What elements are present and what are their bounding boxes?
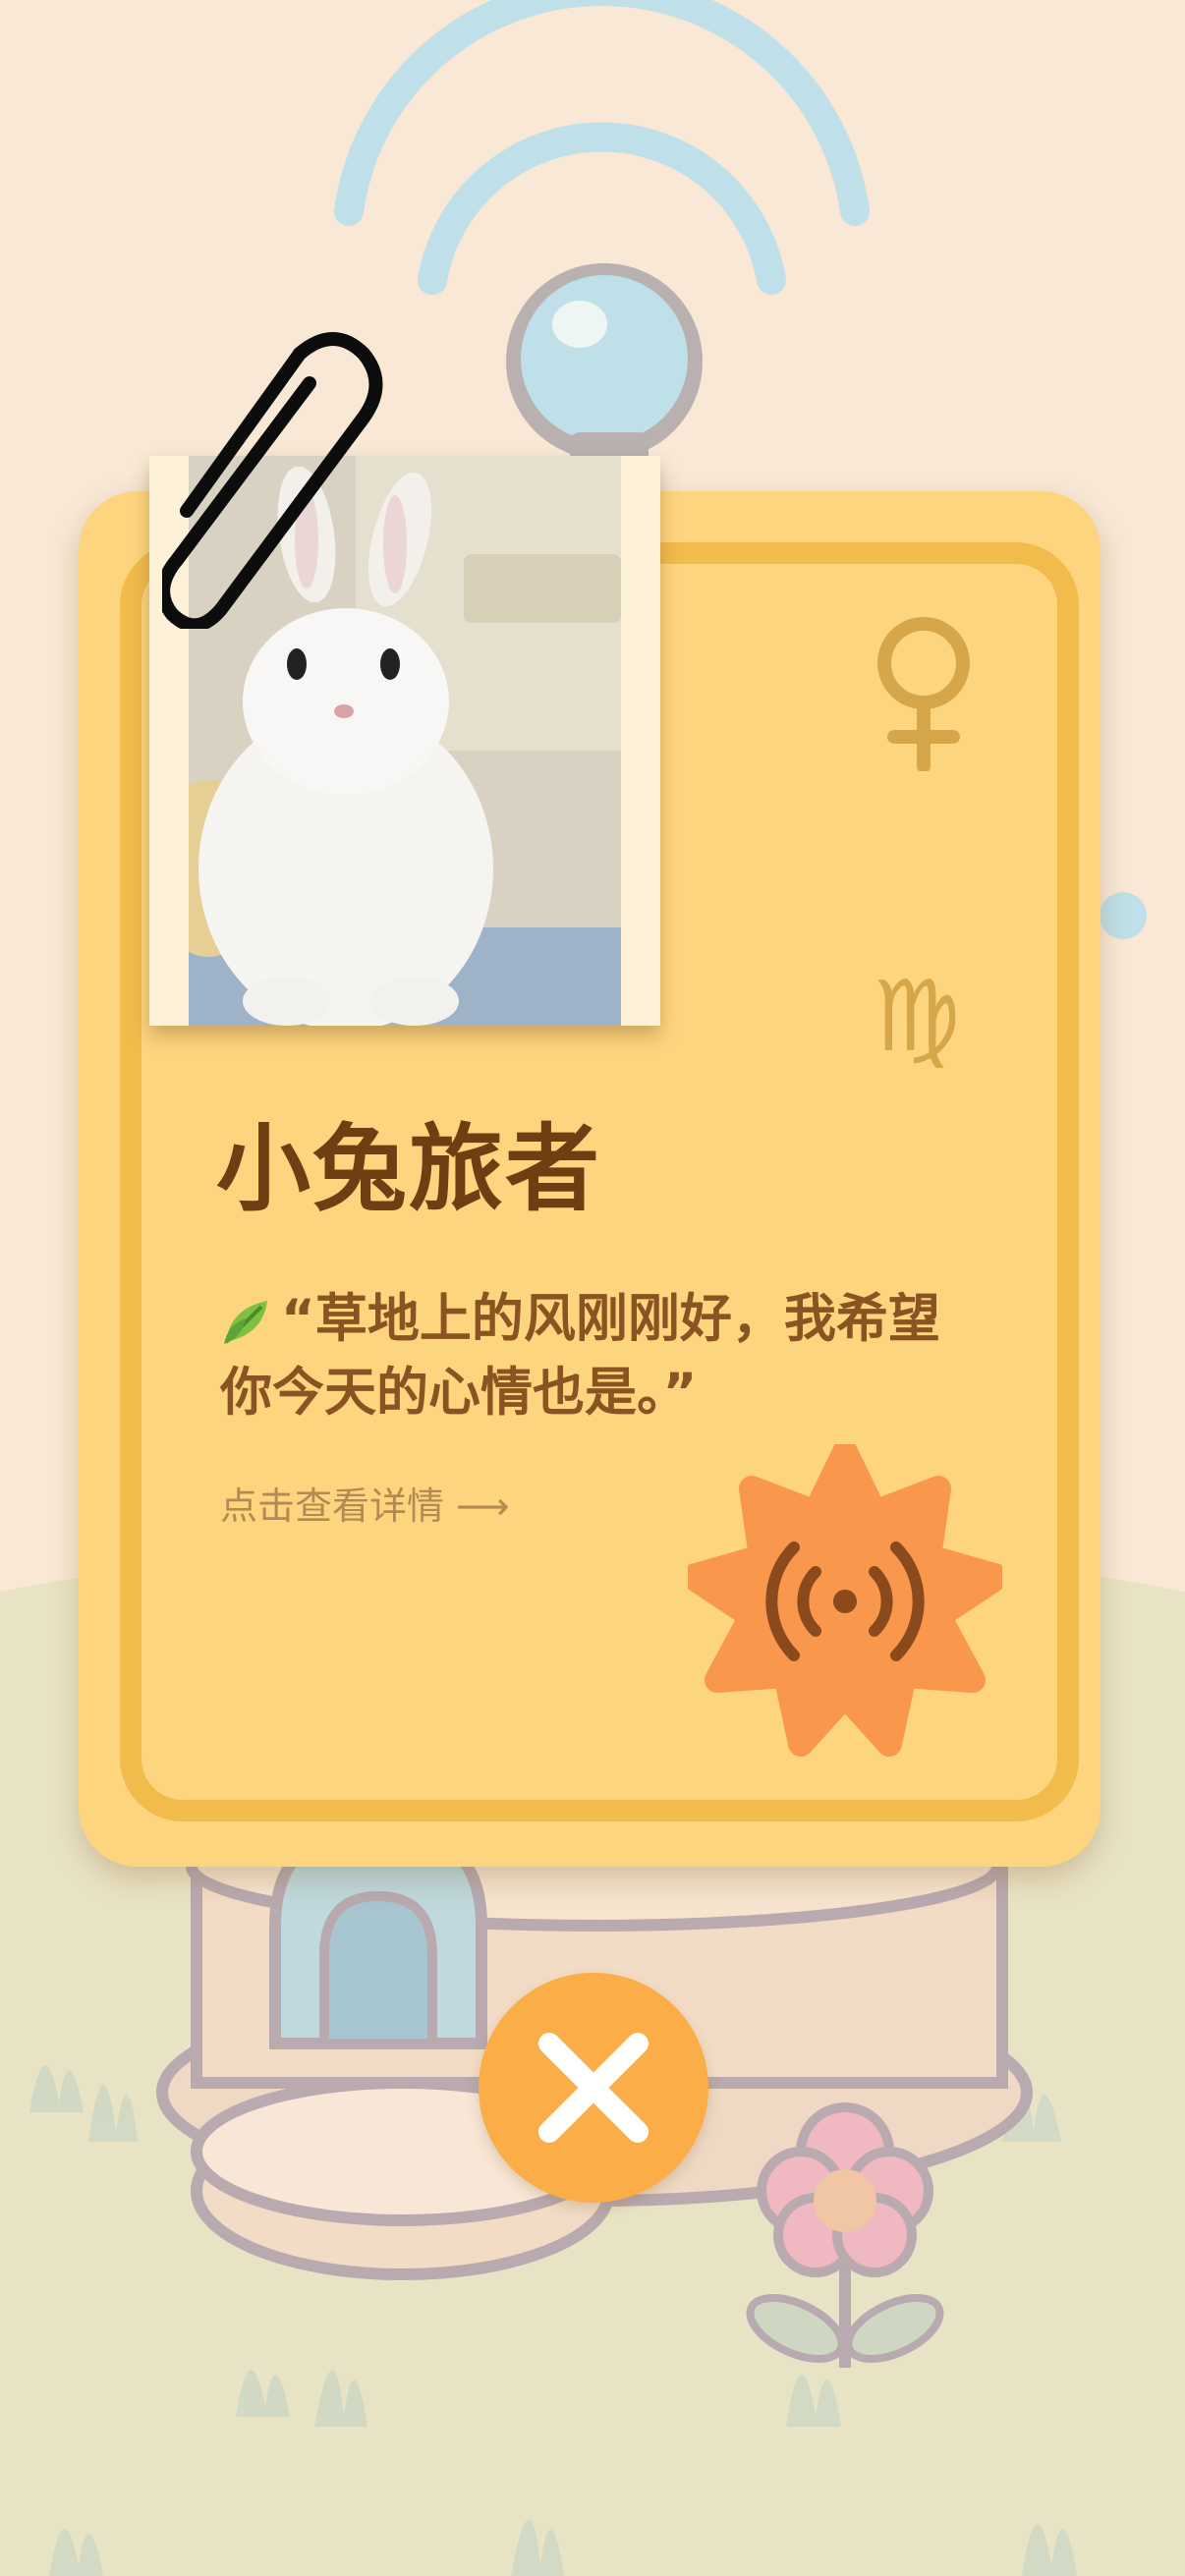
close-button[interactable]: [479, 1973, 708, 2203]
pet-name-title: 小兔旅者: [216, 1114, 601, 1224]
view-details-link[interactable]: 点击查看详情 ⟶: [220, 1476, 510, 1530]
close-icon: [538, 2033, 649, 2143]
leaf-icon: [224, 1301, 267, 1345]
pet-quote-text: “草地上的风刚刚好，我希望你今天的心情也是。”: [220, 1289, 940, 1423]
female-icon: [877, 617, 970, 771]
virgo-zodiac-icon: ♍: [873, 959, 961, 1074]
pet-quote: “草地上的风刚刚好，我希望你今天的心情也是。”: [220, 1282, 987, 1429]
paperclip-icon: [162, 332, 383, 629]
broadcast-button[interactable]: [688, 1444, 1002, 1759]
